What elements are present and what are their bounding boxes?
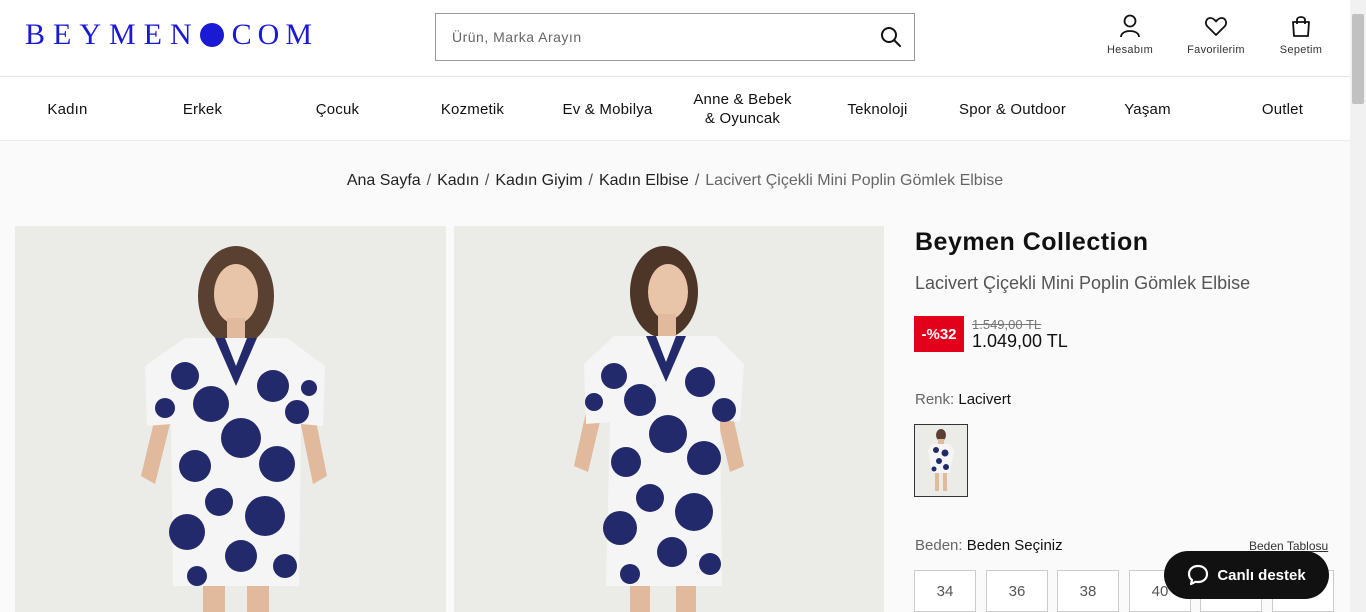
search-icon[interactable] (880, 26, 902, 48)
breadcrumb-current: Lacivert Çiçekli Mini Poplin Gömlek Elbi… (705, 172, 1004, 189)
bag-icon (1292, 16, 1310, 37)
search-input[interactable] (436, 14, 856, 60)
nav-item-anne-bebek[interactable]: Anne & Bebek & Oyuncak (675, 77, 810, 141)
favorites-label: Favorilerim (1187, 44, 1245, 56)
current-price: 1.049,00 TL (972, 331, 1068, 351)
product-name: Lacivert Çiçekli Mini Poplin Gömlek Elbi… (915, 273, 1251, 293)
size-label-text: Beden: (915, 537, 963, 554)
size-option-38[interactable]: 38 (1057, 570, 1119, 612)
breadcrumb-separator: / (588, 172, 593, 189)
product-image-front[interactable] (15, 226, 446, 612)
color-label-text: Renk: (915, 391, 955, 408)
search-box (435, 13, 915, 61)
logo-text-right: COM (231, 18, 319, 51)
model-illustration (454, 226, 884, 612)
color-swatch-lacivert[interactable] (914, 424, 968, 497)
account-label: Hesabım (1106, 44, 1154, 56)
heart-icon (1205, 17, 1227, 36)
live-support-button[interactable]: Canlı destek (1164, 551, 1329, 599)
nav-item-kozmetik[interactable]: Kozmetik (405, 77, 540, 141)
old-price: 1.549,00 TL (972, 317, 1042, 332)
nav-item-erkek[interactable]: Erkek (135, 77, 270, 141)
color-value: Lacivert (958, 391, 1011, 408)
nav-item-ev-mobilya[interactable]: Ev & Mobilya (540, 77, 675, 141)
nav-item-kadin[interactable]: Kadın (0, 77, 135, 141)
breadcrumb-home[interactable]: Ana Sayfa (347, 172, 421, 189)
cart-label: Sepetim (1279, 44, 1323, 56)
breadcrumb-kadin-elbise[interactable]: Kadın Elbise (599, 172, 689, 189)
breadcrumb: Ana Sayfa / Kadın / Kadın Giyim / Kadın Elbise… (0, 172, 1350, 190)
logo-dot (199, 23, 224, 47)
nav-item-spor-outdoor[interactable]: Spor & Outdoor (945, 77, 1080, 141)
breadcrumb-kadin-giyim[interactable]: Kadın Giyim (495, 172, 582, 189)
swatch-thumbnail (915, 425, 967, 496)
size-value: Beden Seçiniz (966, 537, 1063, 554)
size-label: Beden: Beden Seçiniz (915, 537, 1063, 554)
site-header: BEYMEN COM Hesabım Favorilerim Sepetim (0, 0, 1350, 77)
breadcrumb-separator: / (426, 172, 432, 189)
size-option-36[interactable]: 36 (986, 570, 1048, 612)
scrollbar-thumb[interactable] (1352, 14, 1364, 104)
nav-item-teknoloji[interactable]: Teknoloji (810, 77, 945, 141)
nav-item-cocuk[interactable]: Çocuk (270, 77, 405, 141)
discount-badge: -%32 (914, 316, 964, 352)
model-illustration (15, 226, 446, 612)
nav-item-outlet[interactable]: Outlet (1215, 77, 1350, 141)
color-label: Renk: Lacivert (915, 391, 1011, 408)
breadcrumb-kadin[interactable]: Kadın (437, 172, 479, 189)
page-scrollbar[interactable] (1350, 0, 1366, 612)
cart-button[interactable]: Sepetim (1261, 14, 1341, 56)
logo-text-left: BEYMEN (25, 18, 200, 51)
live-support-label: Canlı destek (1217, 566, 1306, 584)
size-option-34[interactable]: 34 (914, 570, 976, 612)
chat-bubble-icon (1188, 564, 1209, 586)
favorites-button[interactable]: Favorilerim (1176, 14, 1256, 56)
product-image-side[interactable] (454, 226, 884, 612)
product-brand[interactable]: Beymen Collection (915, 228, 1149, 257)
account-button[interactable]: Hesabım (1090, 14, 1170, 56)
main-navigation: Kadın Erkek Çocuk Kozmetik Ev & Mobilya … (0, 77, 1350, 141)
nav-item-yasam[interactable]: Yaşam (1080, 77, 1215, 141)
beymen-logo[interactable]: BEYMEN COM (25, 18, 318, 52)
breadcrumb-separator: / (484, 172, 490, 189)
breadcrumb-separator: / (694, 172, 700, 189)
user-icon (1120, 14, 1140, 38)
